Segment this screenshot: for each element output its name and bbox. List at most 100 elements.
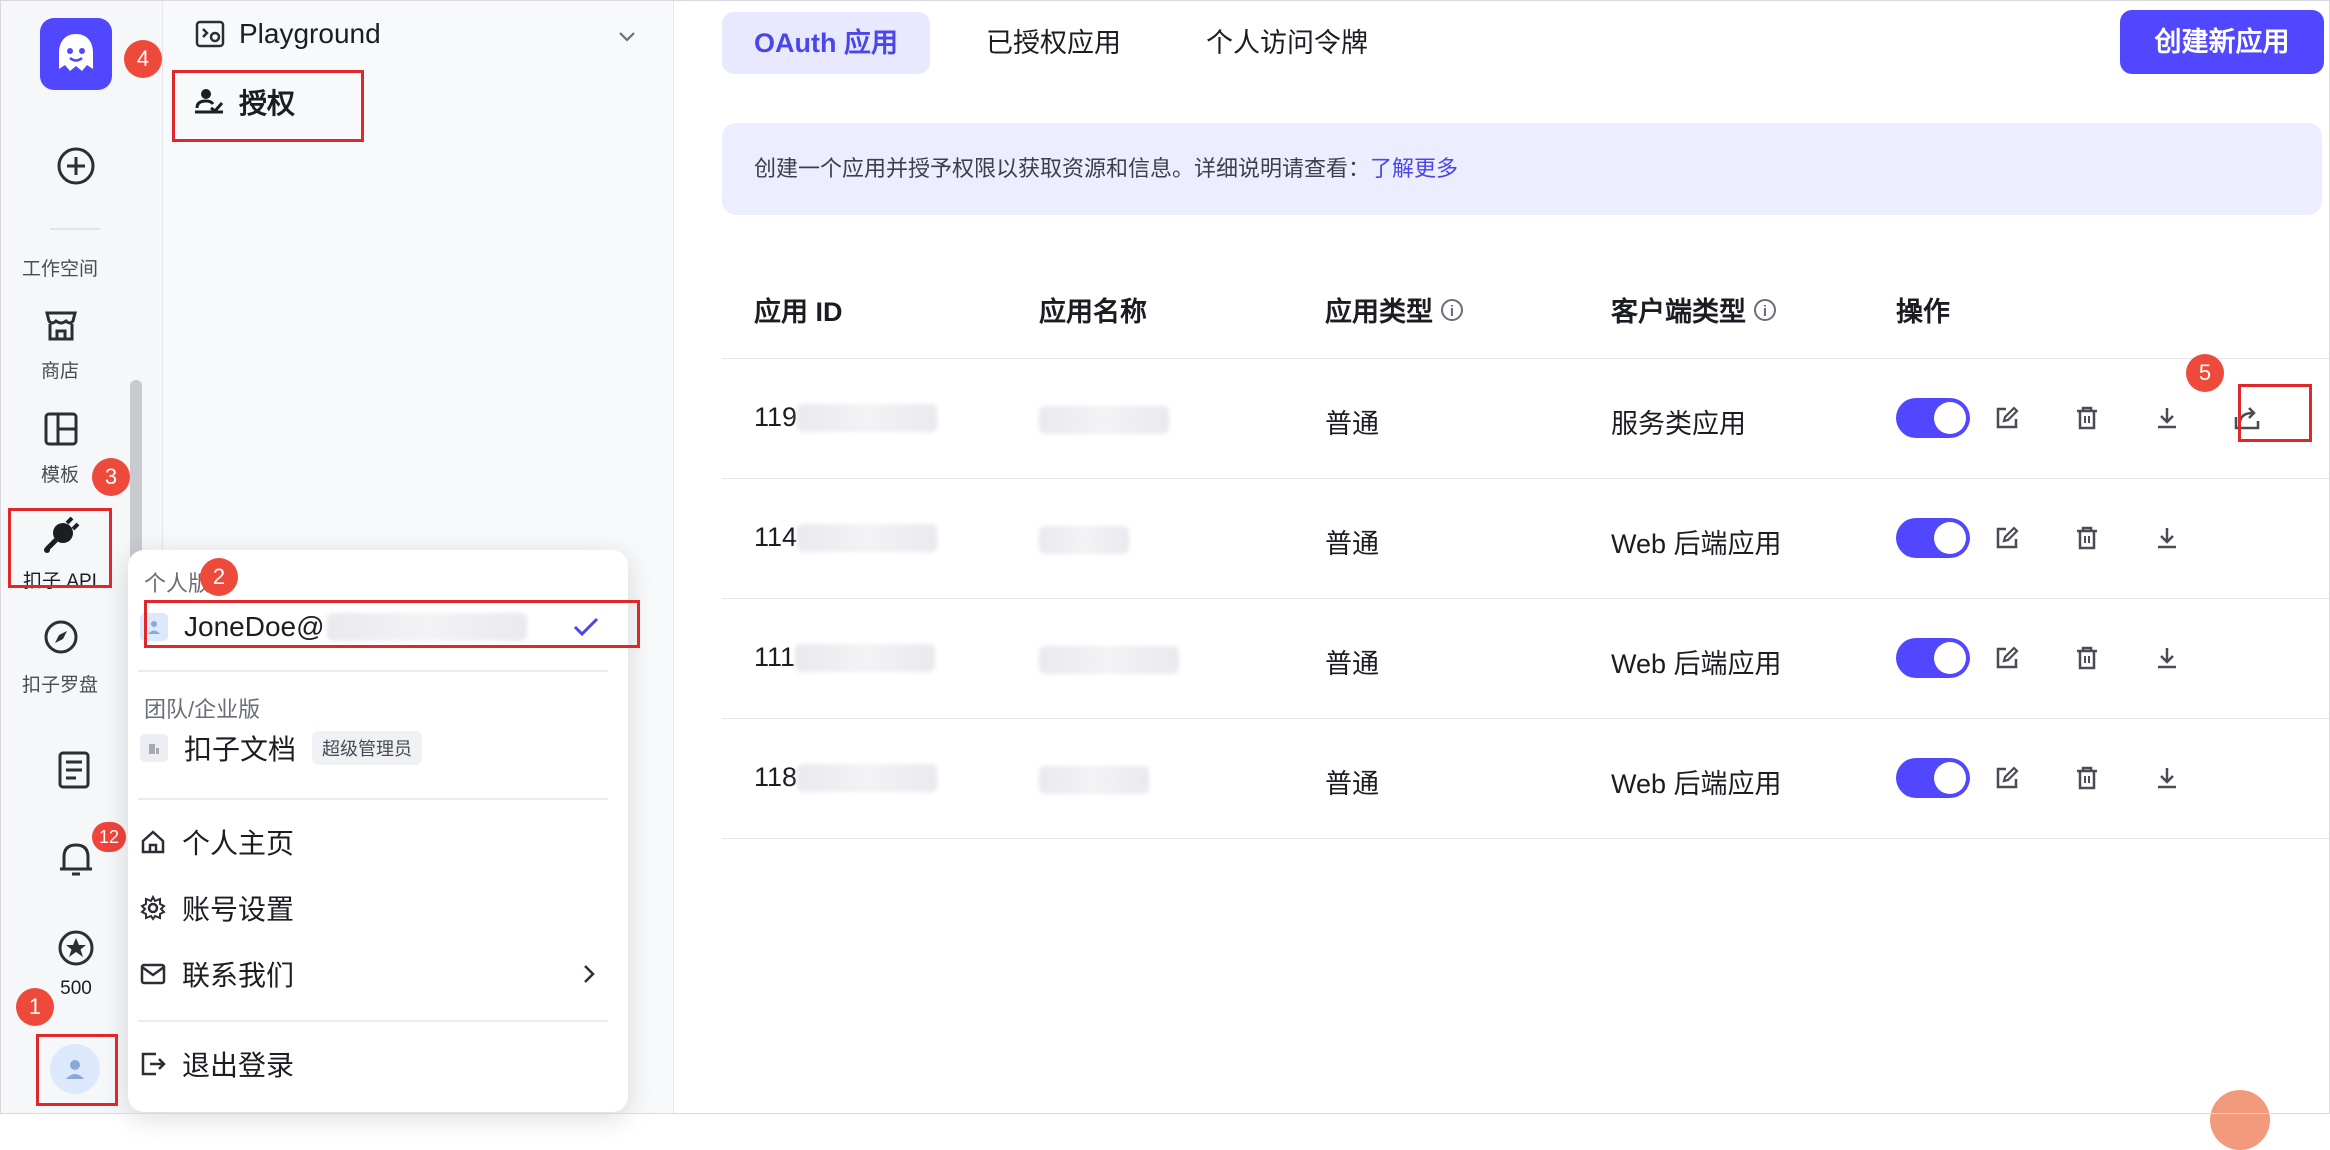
tab-oauth-apps[interactable]: OAuth 应用 (722, 12, 930, 74)
redacted-email (326, 613, 527, 641)
menu-item-contact[interactable]: 联系我们 (140, 954, 610, 994)
menu-item-settings[interactable]: 账号设置 (140, 888, 294, 928)
main-content: OAuth 应用 已授权应用 个人访问令牌 创建新应用 创建一个应用并授予权限以… (674, 0, 2330, 1114)
app-type-cell: 普通 (1325, 529, 1379, 559)
redacted-app-name (1039, 766, 1149, 794)
popup-divider (138, 1020, 608, 1022)
annotation-number-5: 5 (2186, 354, 2224, 392)
edit-icon[interactable] (1992, 403, 2022, 433)
store-icon[interactable] (42, 306, 80, 344)
popup-divider (138, 670, 608, 672)
floating-assistant-icon[interactable] (2210, 1090, 2270, 1150)
info-circle-icon[interactable]: i (1441, 298, 1463, 321)
app-id-cell: 118 (754, 762, 938, 793)
notification-count-badge: 12 (92, 822, 126, 852)
personal-account-name: JoneDoe@ (184, 611, 325, 642)
create-plus-icon[interactable] (54, 144, 98, 188)
redacted-app-id (795, 643, 936, 672)
rail-divider (50, 228, 100, 230)
api-plug-icon[interactable] (40, 514, 82, 556)
selected-check-icon (573, 617, 598, 637)
team-edition-heading: 团队/企业版 (144, 697, 261, 722)
annotation-number-2: 2 (200, 558, 238, 596)
sidebar-item-auth-label: 授权 (239, 88, 296, 119)
personal-account-item[interactable]: JoneDoe@ (140, 602, 610, 652)
notification-bell-icon[interactable] (56, 838, 96, 880)
app-enable-toggle[interactable] (1896, 398, 1970, 438)
rail-store-label[interactable]: 商店 (0, 356, 120, 383)
rail-api-label[interactable]: 扣子 API (0, 566, 120, 593)
mail-icon (140, 963, 166, 985)
download-icon[interactable] (2152, 643, 2182, 673)
account-avatar-icon (140, 613, 168, 641)
edit-icon[interactable] (1992, 763, 2022, 793)
sidebar-item-playground-label: Playground (239, 18, 381, 49)
annotation-number-4: 4 (124, 40, 162, 78)
rail-compass-label[interactable]: 扣子罗盘 (0, 670, 120, 697)
tab-authorized-apps[interactable]: 已授权应用 (954, 12, 1153, 74)
app-type-cell: 普通 (1325, 769, 1379, 799)
docs-icon[interactable] (56, 750, 92, 790)
menu-item-profile-label: 个人主页 (182, 828, 295, 859)
create-app-button[interactable]: 创建新应用 (2120, 10, 2324, 74)
template-icon[interactable] (42, 410, 80, 448)
auth-stamp-icon (195, 89, 224, 114)
gear-icon (140, 895, 166, 921)
app-enable-toggle[interactable] (1896, 758, 1970, 798)
column-header-app-name: 应用名称 (1039, 297, 1147, 327)
client-type-cell: Web 后端应用 (1611, 769, 1782, 799)
menu-item-profile[interactable]: 个人主页 (140, 822, 294, 862)
download-icon[interactable] (2152, 763, 2182, 793)
delete-icon[interactable] (2072, 403, 2102, 433)
rail-workspace-label[interactable]: 工作空间 (0, 254, 120, 281)
info-circle-icon[interactable]: i (1754, 298, 1776, 321)
edit-icon[interactable] (1992, 643, 2022, 673)
user-avatar[interactable] (50, 1044, 100, 1094)
table-divider (722, 358, 2330, 359)
sidebar-item-auth[interactable]: 授权 (193, 82, 295, 122)
team-workspace-item[interactable]: 扣子文档 超级管理员 (140, 728, 423, 768)
team-role-badge: 超级管理员 (312, 731, 423, 765)
download-icon[interactable] (2152, 403, 2182, 433)
rail-scrollbar[interactable] (130, 380, 142, 570)
info-banner-text: 创建一个应用并授予权限以获取资源和信息。详细说明请查看： (754, 156, 1371, 181)
redacted-app-id (797, 403, 938, 432)
chevron-right-icon (584, 965, 595, 983)
download-icon[interactable] (2152, 523, 2182, 553)
credits-star-icon[interactable] (56, 928, 96, 968)
annotation-number-1: 1 (16, 988, 54, 1026)
delete-icon[interactable] (2072, 523, 2102, 553)
learn-more-link[interactable]: 了解更多 (1370, 156, 1458, 181)
table-divider (722, 718, 2330, 719)
table-divider (722, 478, 2330, 479)
table-divider (722, 838, 2330, 839)
app-id-cell: 111 (754, 642, 936, 673)
app-enable-toggle[interactable] (1896, 518, 1970, 558)
redacted-app-id (797, 763, 938, 792)
home-icon (141, 830, 165, 854)
edit-icon[interactable] (1992, 523, 2022, 553)
playground-icon (195, 20, 225, 48)
share-icon[interactable] (2232, 403, 2262, 433)
app-type-cell: 普通 (1325, 649, 1379, 679)
app-logo-icon[interactable] (40, 18, 112, 90)
redacted-app-id (797, 523, 938, 552)
delete-icon[interactable] (2072, 763, 2102, 793)
menu-item-contact-label: 联系我们 (182, 960, 295, 991)
compass-icon[interactable] (42, 618, 80, 656)
chevron-down-icon[interactable] (615, 24, 639, 48)
column-header-app-id: 应用 ID (754, 297, 843, 327)
delete-icon[interactable] (2072, 643, 2102, 673)
app-enable-toggle[interactable] (1896, 638, 1970, 678)
sidebar-item-playground[interactable]: Playground (195, 18, 381, 50)
client-type-cell: Web 后端应用 (1611, 649, 1782, 679)
tab-personal-tokens[interactable]: 个人访问令牌 (1174, 12, 1400, 74)
team-workspace-icon (140, 734, 168, 762)
redacted-app-name (1039, 646, 1179, 674)
account-popup-menu: 个人版 JoneDoe@ 团队/企业版 扣子文档 超级管理员 个人主页 账号设置… (128, 550, 628, 1112)
redacted-app-name (1039, 406, 1169, 434)
app-id-cell: 114 (754, 522, 938, 553)
annotation-number-3: 3 (92, 458, 130, 496)
menu-item-logout[interactable]: 退出登录 (140, 1044, 294, 1084)
app-id-cell: 119 (754, 402, 938, 433)
